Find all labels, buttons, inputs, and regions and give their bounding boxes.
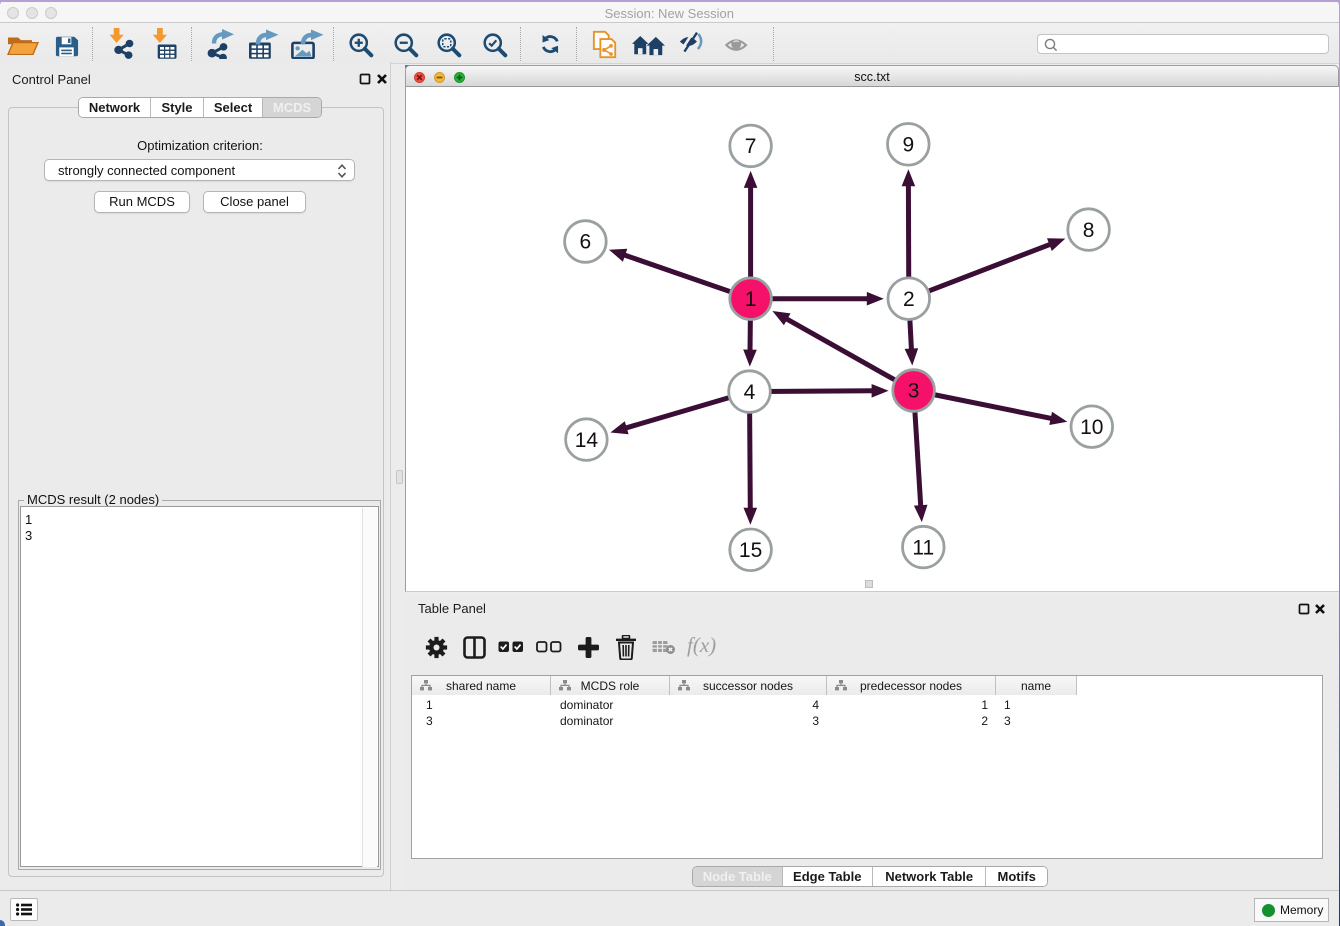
svg-text:15: 15 [739,539,762,562]
svg-text:3: 3 [908,380,920,403]
svg-text:14: 14 [575,429,599,452]
svg-text:11: 11 [912,536,934,559]
svg-text:10: 10 [1080,416,1103,439]
svg-text:7: 7 [745,135,757,158]
svg-text:2: 2 [903,288,915,311]
svg-text:9: 9 [902,134,914,157]
svg-text:1: 1 [745,288,757,311]
svg-text:4: 4 [744,381,756,404]
svg-text:8: 8 [1083,219,1095,242]
svg-text:6: 6 [580,231,592,254]
